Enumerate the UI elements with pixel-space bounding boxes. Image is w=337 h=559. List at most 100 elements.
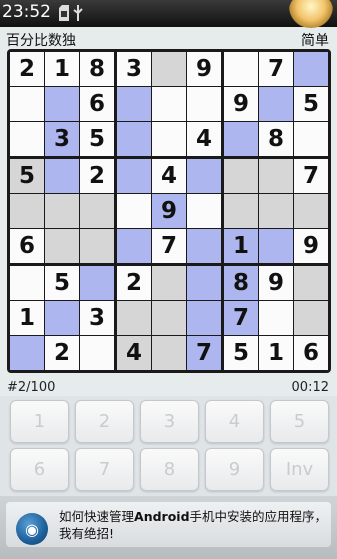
sudoku-cell[interactable]: 9 xyxy=(224,87,258,121)
sudoku-cell[interactable] xyxy=(152,301,186,335)
sudoku-cell[interactable]: 5 xyxy=(224,336,258,370)
sudoku-cell[interactable] xyxy=(45,229,79,263)
difficulty-label[interactable]: 简单 xyxy=(301,30,329,50)
sudoku-cell[interactable] xyxy=(80,336,114,370)
sudoku-cell[interactable] xyxy=(187,87,221,121)
number-key-1[interactable]: 1 xyxy=(10,400,69,443)
sudoku-cell[interactable] xyxy=(224,52,258,86)
sudoku-cell[interactable] xyxy=(187,301,221,335)
ad-banner[interactable]: ◉ 如何快速管理Android手机中安装的应用程序，我有绝招! xyxy=(0,496,337,559)
sudoku-cell[interactable]: 9 xyxy=(187,52,221,86)
sudoku-cell[interactable]: 1 xyxy=(10,301,44,335)
sudoku-cell[interactable] xyxy=(117,122,151,156)
sudoku-cell[interactable]: 2 xyxy=(80,159,114,193)
sudoku-cell[interactable]: 9 xyxy=(259,266,293,300)
sudoku-cell[interactable] xyxy=(80,266,114,300)
sudoku-cell[interactable] xyxy=(224,194,258,228)
sudoku-cell[interactable] xyxy=(10,87,44,121)
sudoku-cell[interactable] xyxy=(224,122,258,156)
sudoku-cell[interactable]: 5 xyxy=(80,122,114,156)
sudoku-cell[interactable] xyxy=(259,301,293,335)
sudoku-cell[interactable] xyxy=(187,266,221,300)
sudoku-cell[interactable] xyxy=(259,87,293,121)
disc-icon: ◉ xyxy=(16,513,48,545)
sudoku-cell[interactable] xyxy=(187,159,221,193)
sudoku-cell[interactable] xyxy=(152,336,186,370)
sudoku-cell[interactable]: 5 xyxy=(294,87,328,121)
sudoku-cell[interactable]: 3 xyxy=(45,122,79,156)
sudoku-cell[interactable] xyxy=(45,301,79,335)
sudoku-cell[interactable]: 6 xyxy=(294,336,328,370)
sudoku-cell[interactable]: 6 xyxy=(10,229,44,263)
sudoku-cell[interactable]: 1 xyxy=(224,229,258,263)
number-key-5[interactable]: 5 xyxy=(270,400,329,443)
sudoku-cell[interactable] xyxy=(80,194,114,228)
sudoku-cell[interactable] xyxy=(259,159,293,193)
sudoku-cell[interactable]: 4 xyxy=(187,122,221,156)
sudoku-cell[interactable] xyxy=(45,87,79,121)
sudoku-cell[interactable] xyxy=(45,194,79,228)
sudoku-cell[interactable] xyxy=(259,194,293,228)
sudoku-cell[interactable] xyxy=(294,52,328,86)
app-orb-icon[interactable] xyxy=(289,0,333,28)
sudoku-cell[interactable] xyxy=(187,229,221,263)
sudoku-cell[interactable]: 7 xyxy=(224,301,258,335)
sudoku-cell[interactable]: 7 xyxy=(259,52,293,86)
sudoku-cell[interactable] xyxy=(45,159,79,193)
sudoku-cell[interactable]: 7 xyxy=(294,159,328,193)
sudoku-cell[interactable] xyxy=(152,266,186,300)
sudoku-cell[interactable]: 8 xyxy=(224,266,258,300)
status-bar: 23:52 xyxy=(0,0,337,28)
sudoku-cell[interactable] xyxy=(152,122,186,156)
sudoku-cell[interactable] xyxy=(117,87,151,121)
number-key-2[interactable]: 2 xyxy=(75,400,134,443)
sudoku-cell[interactable]: 3 xyxy=(80,301,114,335)
number-key-6[interactable]: 6 xyxy=(10,448,69,491)
invert-key[interactable]: Inv xyxy=(270,448,329,491)
number-key-9[interactable]: 9 xyxy=(205,448,264,491)
number-key-8[interactable]: 8 xyxy=(140,448,199,491)
sudoku-cell[interactable]: 4 xyxy=(152,159,186,193)
sudoku-cell[interactable] xyxy=(10,266,44,300)
sudoku-cell[interactable] xyxy=(152,52,186,86)
ad-panel[interactable]: ◉ 如何快速管理Android手机中安装的应用程序，我有绝招! xyxy=(6,502,331,547)
sudoku-cell[interactable] xyxy=(80,229,114,263)
ad-text[interactable]: 如何快速管理Android手机中安装的应用程序，我有绝招! xyxy=(59,508,334,542)
sudoku-cell[interactable] xyxy=(259,229,293,263)
sudoku-cell[interactable]: 3 xyxy=(117,52,151,86)
sudoku-cell[interactable] xyxy=(152,87,186,121)
sudoku-cell[interactable] xyxy=(187,194,221,228)
number-key-3[interactable]: 3 xyxy=(140,400,199,443)
sudoku-cell[interactable] xyxy=(294,266,328,300)
sudoku-cell[interactable] xyxy=(117,301,151,335)
sudoku-cell[interactable] xyxy=(10,194,44,228)
sudoku-cell[interactable]: 8 xyxy=(259,122,293,156)
sudoku-cell[interactable] xyxy=(224,159,258,193)
sudoku-cell[interactable]: 2 xyxy=(45,336,79,370)
sudoku-cell[interactable] xyxy=(294,301,328,335)
sudoku-cell[interactable]: 1 xyxy=(45,52,79,86)
sudoku-cell[interactable]: 1 xyxy=(259,336,293,370)
sudoku-cell[interactable]: 2 xyxy=(10,52,44,86)
sd-card-icon xyxy=(58,5,70,21)
sudoku-cell[interactable]: 7 xyxy=(152,229,186,263)
number-key-4[interactable]: 4 xyxy=(205,400,264,443)
sudoku-cell[interactable]: 4 xyxy=(117,336,151,370)
sudoku-cell[interactable] xyxy=(117,159,151,193)
game-info: #2/100 00:12 xyxy=(0,378,337,396)
sudoku-cell[interactable] xyxy=(117,194,151,228)
sudoku-cell[interactable] xyxy=(294,122,328,156)
sudoku-cell[interactable] xyxy=(10,336,44,370)
number-key-7[interactable]: 7 xyxy=(75,448,134,491)
sudoku-cell[interactable]: 8 xyxy=(80,52,114,86)
sudoku-cell[interactable]: 2 xyxy=(117,266,151,300)
sudoku-cell[interactable]: 7 xyxy=(187,336,221,370)
sudoku-cell[interactable] xyxy=(117,229,151,263)
sudoku-cell[interactable] xyxy=(10,122,44,156)
sudoku-cell[interactable]: 9 xyxy=(152,194,186,228)
sudoku-cell[interactable]: 9 xyxy=(294,229,328,263)
sudoku-cell[interactable]: 5 xyxy=(45,266,79,300)
sudoku-cell[interactable]: 5 xyxy=(10,159,44,193)
sudoku-cell[interactable]: 6 xyxy=(80,87,114,121)
sudoku-cell[interactable] xyxy=(294,194,328,228)
